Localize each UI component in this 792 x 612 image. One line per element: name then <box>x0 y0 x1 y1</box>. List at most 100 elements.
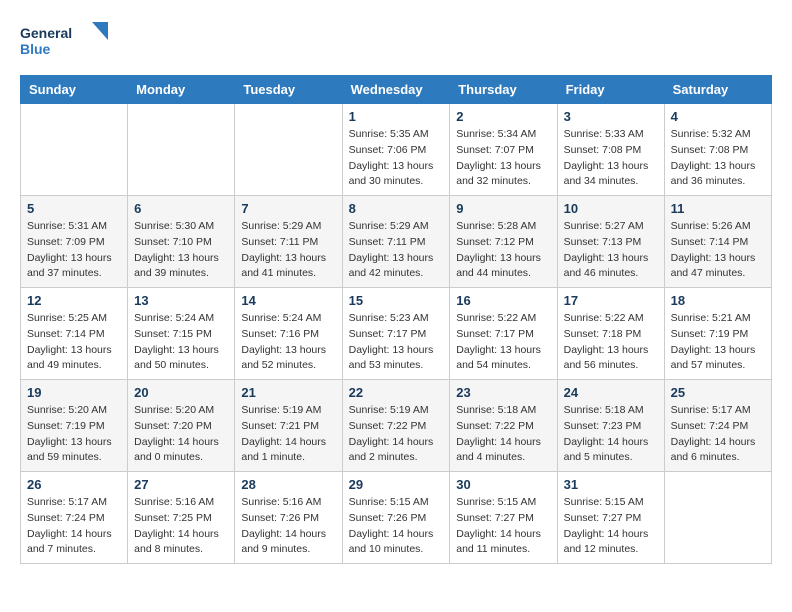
day-info: Sunrise: 5:35 AM Sunset: 7:06 PM Dayligh… <box>349 127 444 190</box>
day-number: 9 <box>456 201 550 216</box>
day-number: 6 <box>134 201 228 216</box>
day-number: 12 <box>27 293 121 308</box>
day-number: 4 <box>671 109 765 124</box>
calendar-week-row: 19 Sunrise: 5:20 AM Sunset: 7:19 PM Dayli… <box>21 380 772 472</box>
day-number: 5 <box>27 201 121 216</box>
day-info: Sunrise: 5:16 AM Sunset: 7:26 PM Dayligh… <box>241 495 335 558</box>
day-info: Sunrise: 5:23 AM Sunset: 7:17 PM Dayligh… <box>349 311 444 374</box>
calendar-cell: 7 Sunrise: 5:29 AM Sunset: 7:11 PM Daylig… <box>235 196 342 288</box>
day-number: 7 <box>241 201 335 216</box>
calendar-cell: 4 Sunrise: 5:32 AM Sunset: 7:08 PM Daylig… <box>664 104 771 196</box>
calendar-cell: 17 Sunrise: 5:22 AM Sunset: 7:18 PM Dayli… <box>557 288 664 380</box>
day-number: 18 <box>671 293 765 308</box>
calendar-cell: 22 Sunrise: 5:19 AM Sunset: 7:22 PM Dayli… <box>342 380 450 472</box>
day-number: 3 <box>564 109 658 124</box>
day-info: Sunrise: 5:19 AM Sunset: 7:22 PM Dayligh… <box>349 403 444 466</box>
calendar-cell: 31 Sunrise: 5:15 AM Sunset: 7:27 PM Dayli… <box>557 472 664 564</box>
day-info: Sunrise: 5:18 AM Sunset: 7:23 PM Dayligh… <box>564 403 658 466</box>
day-info: Sunrise: 5:24 AM Sunset: 7:15 PM Dayligh… <box>134 311 228 374</box>
calendar-cell: 19 Sunrise: 5:20 AM Sunset: 7:19 PM Dayli… <box>21 380 128 472</box>
calendar-cell: 8Sunrise: 5:29 AM Sunset: 7:11 PM Daylig… <box>342 196 450 288</box>
calendar-header-tuesday: Tuesday <box>235 76 342 104</box>
calendar-cell <box>21 104 128 196</box>
calendar-header-row: SundayMondayTuesdayWednesdayThursdayFrid… <box>21 76 772 104</box>
day-info: Sunrise: 5:28 AM Sunset: 7:12 PM Dayligh… <box>456 219 550 282</box>
day-number: 16 <box>456 293 550 308</box>
day-info: Sunrise: 5:15 AM Sunset: 7:27 PM Dayligh… <box>564 495 658 558</box>
day-info: Sunrise: 5:29 AM Sunset: 7:11 PM Dayligh… <box>349 219 444 282</box>
day-info: Sunrise: 5:15 AM Sunset: 7:27 PM Dayligh… <box>456 495 550 558</box>
day-info: Sunrise: 5:18 AM Sunset: 7:22 PM Dayligh… <box>456 403 550 466</box>
calendar-cell: 23 Sunrise: 5:18 AM Sunset: 7:22 PM Dayli… <box>450 380 557 472</box>
calendar-cell: 6 Sunrise: 5:30 AM Sunset: 7:10 PM Daylig… <box>128 196 235 288</box>
calendar-cell: 16 Sunrise: 5:22 AM Sunset: 7:17 PM Dayli… <box>450 288 557 380</box>
day-number: 27 <box>134 477 228 492</box>
calendar-header-thursday: Thursday <box>450 76 557 104</box>
day-info: Sunrise: 5:20 AM Sunset: 7:20 PM Dayligh… <box>134 403 228 466</box>
calendar-header-sunday: Sunday <box>21 76 128 104</box>
svg-text:Blue: Blue <box>20 41 51 57</box>
day-info: Sunrise: 5:22 AM Sunset: 7:17 PM Dayligh… <box>456 311 550 374</box>
calendar-cell <box>235 104 342 196</box>
day-info: Sunrise: 5:29 AM Sunset: 7:11 PM Dayligh… <box>241 219 335 282</box>
calendar-cell: 10 Sunrise: 5:27 AM Sunset: 7:13 PM Dayli… <box>557 196 664 288</box>
day-number: 31 <box>564 477 658 492</box>
calendar-header-saturday: Saturday <box>664 76 771 104</box>
day-number: 15 <box>349 293 444 308</box>
calendar-cell: 15 Sunrise: 5:23 AM Sunset: 7:17 PM Dayli… <box>342 288 450 380</box>
day-info: Sunrise: 5:20 AM Sunset: 7:19 PM Dayligh… <box>27 403 121 466</box>
calendar-cell: 14 Sunrise: 5:24 AM Sunset: 7:16 PM Dayli… <box>235 288 342 380</box>
calendar-cell: 30Sunrise: 5:15 AM Sunset: 7:27 PM Dayli… <box>450 472 557 564</box>
calendar-cell: 28 Sunrise: 5:16 AM Sunset: 7:26 PM Dayli… <box>235 472 342 564</box>
day-number: 22 <box>349 385 444 400</box>
day-number: 14 <box>241 293 335 308</box>
calendar-cell: 26 Sunrise: 5:17 AM Sunset: 7:24 PM Dayli… <box>21 472 128 564</box>
calendar-cell: 27Sunrise: 5:16 AM Sunset: 7:25 PM Dayli… <box>128 472 235 564</box>
calendar-header-monday: Monday <box>128 76 235 104</box>
day-number: 1 <box>349 109 444 124</box>
day-number: 26 <box>27 477 121 492</box>
calendar-cell: 24Sunrise: 5:18 AM Sunset: 7:23 PM Dayli… <box>557 380 664 472</box>
calendar-cell: 25 Sunrise: 5:17 AM Sunset: 7:24 PM Dayli… <box>664 380 771 472</box>
calendar-cell: 2 Sunrise: 5:34 AM Sunset: 7:07 PM Daylig… <box>450 104 557 196</box>
logo: General Blue <box>20 20 110 65</box>
calendar-cell: 29Sunrise: 5:15 AM Sunset: 7:26 PM Dayli… <box>342 472 450 564</box>
day-info: Sunrise: 5:26 AM Sunset: 7:14 PM Dayligh… <box>671 219 765 282</box>
day-info: Sunrise: 5:30 AM Sunset: 7:10 PM Dayligh… <box>134 219 228 282</box>
day-info: Sunrise: 5:34 AM Sunset: 7:07 PM Dayligh… <box>456 127 550 190</box>
day-number: 20 <box>134 385 228 400</box>
calendar-cell <box>664 472 771 564</box>
day-number: 13 <box>134 293 228 308</box>
day-info: Sunrise: 5:27 AM Sunset: 7:13 PM Dayligh… <box>564 219 658 282</box>
calendar-week-row: 5 Sunrise: 5:31 AM Sunset: 7:09 PM Daylig… <box>21 196 772 288</box>
day-info: Sunrise: 5:17 AM Sunset: 7:24 PM Dayligh… <box>671 403 765 466</box>
day-info: Sunrise: 5:15 AM Sunset: 7:26 PM Dayligh… <box>349 495 444 558</box>
day-number: 25 <box>671 385 765 400</box>
day-number: 2 <box>456 109 550 124</box>
day-info: Sunrise: 5:17 AM Sunset: 7:24 PM Dayligh… <box>27 495 121 558</box>
svg-text:General: General <box>20 25 72 41</box>
calendar-week-row: 1 Sunrise: 5:35 AM Sunset: 7:06 PM Daylig… <box>21 104 772 196</box>
day-info: Sunrise: 5:31 AM Sunset: 7:09 PM Dayligh… <box>27 219 121 282</box>
day-info: Sunrise: 5:32 AM Sunset: 7:08 PM Dayligh… <box>671 127 765 190</box>
day-number: 28 <box>241 477 335 492</box>
calendar-cell <box>128 104 235 196</box>
day-number: 19 <box>27 385 121 400</box>
calendar-cell: 5 Sunrise: 5:31 AM Sunset: 7:09 PM Daylig… <box>21 196 128 288</box>
day-number: 23 <box>456 385 550 400</box>
day-info: Sunrise: 5:22 AM Sunset: 7:18 PM Dayligh… <box>564 311 658 374</box>
calendar-cell: 11 Sunrise: 5:26 AM Sunset: 7:14 PM Dayli… <box>664 196 771 288</box>
calendar-cell: 21Sunrise: 5:19 AM Sunset: 7:21 PM Dayli… <box>235 380 342 472</box>
calendar-cell: 13 Sunrise: 5:24 AM Sunset: 7:15 PM Dayli… <box>128 288 235 380</box>
day-number: 17 <box>564 293 658 308</box>
day-info: Sunrise: 5:19 AM Sunset: 7:21 PM Dayligh… <box>241 403 335 466</box>
calendar-week-row: 12Sunrise: 5:25 AM Sunset: 7:14 PM Dayli… <box>21 288 772 380</box>
calendar-cell: 1 Sunrise: 5:35 AM Sunset: 7:06 PM Daylig… <box>342 104 450 196</box>
calendar-header-friday: Friday <box>557 76 664 104</box>
logo-icon: General Blue <box>20 20 110 65</box>
day-number: 10 <box>564 201 658 216</box>
calendar-cell: 20 Sunrise: 5:20 AM Sunset: 7:20 PM Dayli… <box>128 380 235 472</box>
day-number: 11 <box>671 201 765 216</box>
day-info: Sunrise: 5:24 AM Sunset: 7:16 PM Dayligh… <box>241 311 335 374</box>
calendar: SundayMondayTuesdayWednesdayThursdayFrid… <box>20 75 772 564</box>
